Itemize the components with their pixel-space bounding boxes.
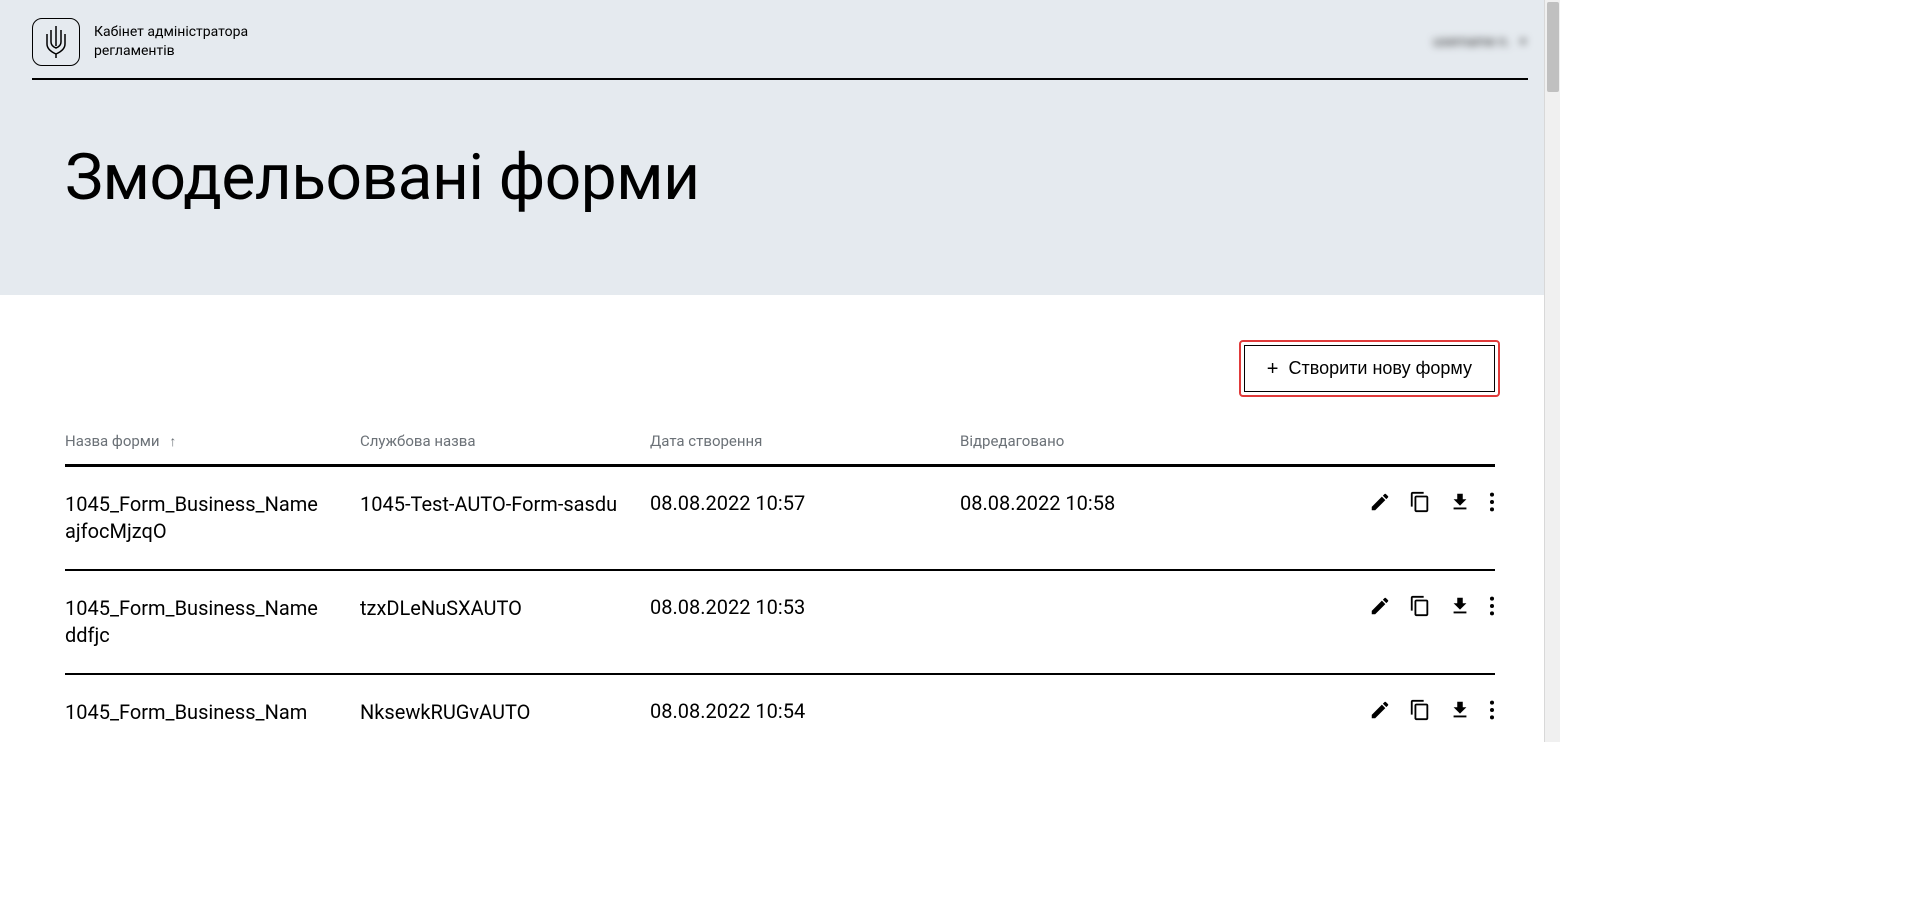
app-logo-title[interactable]: Кабінет адміністратора регламентів (32, 18, 248, 66)
download-icon[interactable] (1449, 595, 1471, 617)
column-header-edited[interactable]: Відредаговано (960, 432, 1325, 450)
plus-icon: + (1267, 359, 1279, 379)
app-title: Кабінет адміністратора регламентів (94, 23, 248, 61)
table-row: 1045_Form_Business_Name ajfocMjzqO1045-T… (65, 467, 1495, 569)
cell-service-name: NksewkRUGvAUTO (360, 699, 650, 726)
cell-form-name: 1045_Form_Business_Name ajfocMjzqO (65, 491, 360, 545)
column-header-name[interactable]: Назва форми ↑ (65, 432, 360, 450)
copy-icon[interactable] (1409, 699, 1431, 721)
vertical-scrollbar[interactable] (1544, 0, 1560, 742)
cell-edited-date: 08.08.2022 10:58 (960, 491, 1325, 515)
table-row: 1045_Form_Business_Name ddfjctzxDLeNuSXA… (65, 571, 1495, 673)
trident-logo-icon (32, 18, 80, 66)
edit-icon[interactable] (1369, 491, 1391, 513)
copy-icon[interactable] (1409, 595, 1431, 617)
more-icon[interactable] (1489, 491, 1495, 513)
create-new-form-button[interactable]: + Створити нову форму (1244, 345, 1495, 392)
download-icon[interactable] (1449, 491, 1471, 513)
download-icon[interactable] (1449, 699, 1471, 721)
user-name: username n. (1433, 34, 1510, 50)
forms-table: Назва форми ↑ Службова назва Дата створе… (65, 432, 1495, 750)
column-header-created[interactable]: Дата створення (650, 432, 960, 450)
edit-icon[interactable] (1369, 595, 1391, 617)
cell-form-name: 1045_Form_Business_Nam (65, 699, 360, 726)
scrollbar-thumb[interactable] (1547, 2, 1559, 92)
cell-created-date: 08.08.2022 10:57 (650, 491, 960, 515)
page-title: Змодельовані форми (65, 140, 1528, 215)
cell-service-name: tzxDLeNuSXAUTO (360, 595, 650, 622)
cell-service-name: 1045-Test-AUTO-Form-sasdu (360, 491, 650, 518)
copy-icon[interactable] (1409, 491, 1431, 513)
table-row: 1045_Form_Business_NamNksewkRUGvAUTO08.0… (65, 675, 1495, 750)
create-button-label: Створити нову форму (1288, 358, 1472, 379)
column-header-service[interactable]: Службова назва (360, 432, 650, 450)
sort-ascending-icon: ↑ (169, 434, 176, 450)
cell-form-name: 1045_Form_Business_Name ddfjc (65, 595, 360, 649)
cell-created-date: 08.08.2022 10:53 (650, 595, 960, 619)
more-icon[interactable] (1489, 595, 1495, 617)
user-menu[interactable]: username n. ▼ (1433, 34, 1528, 50)
more-icon[interactable] (1489, 699, 1495, 721)
table-header-row: Назва форми ↑ Службова назва Дата створе… (65, 432, 1495, 464)
chevron-down-icon: ▼ (1518, 37, 1528, 48)
cell-created-date: 08.08.2022 10:54 (650, 699, 960, 723)
edit-icon[interactable] (1369, 699, 1391, 721)
